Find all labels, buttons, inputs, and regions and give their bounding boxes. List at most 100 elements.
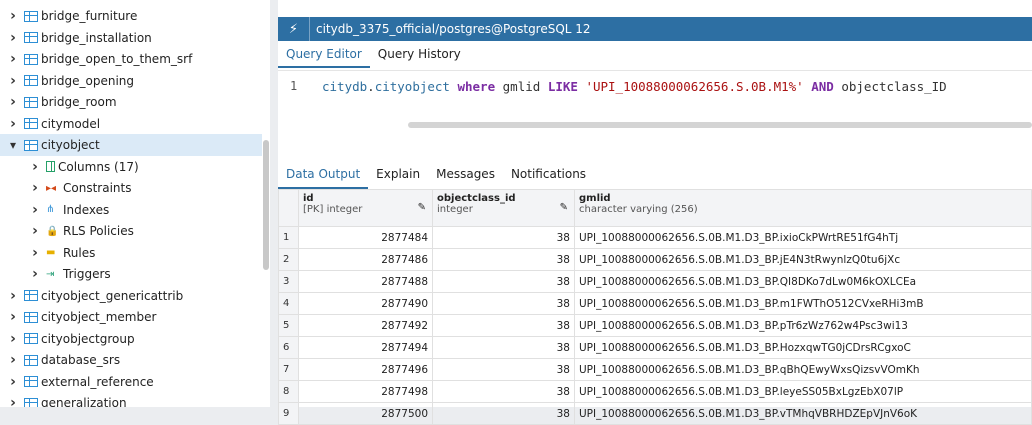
row-number[interactable]: 4	[278, 292, 299, 315]
tree-item[interactable]: › Columns (17)	[28, 156, 139, 178]
tree-item[interactable]: ▾ cityobject	[0, 134, 262, 156]
table-row[interactable]: 7 2877496 38 UPI_10088000062656.S.0B.M1.D3_…	[278, 358, 1032, 381]
editor-hscrollbar[interactable]	[408, 122, 1032, 128]
tab-data-output[interactable]: Data Output	[278, 163, 369, 189]
tree-scrollbar[interactable]	[263, 140, 269, 270]
cell-gmlid[interactable]: UPI_10088000062656.S.0B.M1.D3_BP.leyeSS0…	[574, 380, 1032, 403]
chevron-down-icon[interactable]: ▾	[6, 138, 20, 152]
code-token: AND	[811, 79, 834, 94]
tree-item[interactable]: › 🔒 RLS Policies	[28, 220, 134, 242]
chevron-right-icon[interactable]: ›	[6, 352, 20, 368]
tree-item[interactable]: › external_reference	[6, 371, 154, 393]
tab-messages[interactable]: Messages	[428, 163, 503, 189]
row-number[interactable]: 9	[278, 402, 299, 425]
chevron-right-icon[interactable]: ›	[28, 159, 42, 175]
chevron-right-icon[interactable]: ›	[6, 51, 20, 67]
chevron-right-icon[interactable]: ›	[28, 202, 42, 218]
tree-item[interactable]: › cityobject_member	[6, 306, 156, 328]
cell-gmlid[interactable]: UPI_10088000062656.S.0B.M1.D3_BP.jE4N3tR…	[574, 248, 1032, 271]
row-number[interactable]: 7	[278, 358, 299, 381]
chevron-right-icon[interactable]: ›	[6, 331, 20, 347]
tree-item[interactable]: › bridge_open_to_them_srf	[6, 48, 192, 70]
cell-id[interactable]: 2877490	[298, 292, 433, 315]
row-number-header[interactable]	[278, 189, 299, 227]
chevron-right-icon[interactable]: ›	[6, 94, 20, 110]
table-icon	[24, 118, 38, 129]
row-number[interactable]: 8	[278, 380, 299, 403]
cell-id[interactable]: 2877488	[298, 270, 433, 293]
tree-item[interactable]: › ▬ Rules	[28, 242, 95, 264]
row-number[interactable]: 3	[278, 270, 299, 293]
chevron-right-icon[interactable]: ›	[28, 180, 42, 196]
chevron-right-icon[interactable]: ›	[28, 223, 42, 239]
chevron-right-icon[interactable]: ›	[28, 266, 42, 282]
cell-objectclass-id[interactable]: 38	[432, 358, 575, 381]
cell-objectclass-id[interactable]: 38	[432, 402, 575, 425]
column-header-objectclass-id[interactable]: objectclass_id integer ✎	[432, 189, 575, 227]
cell-objectclass-id[interactable]: 38	[432, 248, 575, 271]
cell-id[interactable]: 2877500	[298, 402, 433, 425]
table-row[interactable]: 4 2877490 38 UPI_10088000062656.S.0B.M1.D3_…	[278, 292, 1032, 315]
cell-id[interactable]: 2877496	[298, 358, 433, 381]
tab-query-history[interactable]: Query History	[370, 44, 469, 68]
sql-editor[interactable]: 1 citydb.cityobject where gmlid LIKE 'UP…	[278, 70, 1032, 122]
tab-explain[interactable]: Explain	[368, 163, 428, 189]
tree-item[interactable]: › bridge_furniture	[6, 5, 137, 27]
tree-item[interactable]: › cityobject_genericattrib	[6, 285, 183, 307]
tab-notifications[interactable]: Notifications	[503, 163, 594, 189]
table-row[interactable]: 2 2877486 38 UPI_10088000062656.S.0B.M1.D3_…	[278, 248, 1032, 271]
cell-gmlid[interactable]: UPI_10088000062656.S.0B.M1.D3_BP.m1FWThO…	[574, 292, 1032, 315]
row-number[interactable]: 2	[278, 248, 299, 271]
cell-gmlid[interactable]: UPI_10088000062656.S.0B.M1.D3_BP.vTMhqVB…	[574, 402, 1032, 425]
cell-id[interactable]: 2877498	[298, 380, 433, 403]
row-number[interactable]: 1	[278, 226, 299, 249]
cell-objectclass-id[interactable]: 38	[432, 380, 575, 403]
cell-objectclass-id[interactable]: 38	[432, 270, 575, 293]
cell-gmlid[interactable]: UPI_10088000062656.S.0B.M1.D3_BP.ixioCkP…	[574, 226, 1032, 249]
chevron-right-icon[interactable]: ›	[28, 245, 42, 261]
cell-gmlid[interactable]: UPI_10088000062656.S.0B.M1.D3_BP.pTr6zWz…	[574, 314, 1032, 337]
cell-objectclass-id[interactable]: 38	[432, 292, 575, 315]
cell-id[interactable]: 2877484	[298, 226, 433, 249]
chevron-right-icon[interactable]: ›	[6, 309, 20, 325]
cell-objectclass-id[interactable]: 38	[432, 314, 575, 337]
tree-item[interactable]: › generalization	[6, 392, 127, 407]
cell-objectclass-id[interactable]: 38	[432, 336, 575, 359]
table-row[interactable]: 8 2877498 38 UPI_10088000062656.S.0B.M1.D3_…	[278, 380, 1032, 403]
chevron-right-icon[interactable]: ›	[6, 395, 20, 407]
sql-code-line[interactable]: citydb.cityobject where gmlid LIKE 'UPI_…	[322, 79, 947, 94]
table-row[interactable]: 3 2877488 38 UPI_10088000062656.S.0B.M1.D3_…	[278, 270, 1032, 293]
table-row[interactable]: 1 2877484 38 UPI_10088000062656.S.0B.M1.D3_…	[278, 226, 1032, 249]
row-number[interactable]: 6	[278, 336, 299, 359]
chevron-right-icon[interactable]: ›	[6, 288, 20, 304]
table-row[interactable]: 5 2877492 38 UPI_10088000062656.S.0B.M1.D3_…	[278, 314, 1032, 337]
table-row[interactable]: 6 2877494 38 UPI_10088000062656.S.0B.M1.D3_…	[278, 336, 1032, 359]
tree-item[interactable]: › ⋔ Indexes	[28, 199, 109, 221]
tree-item[interactable]: › citymodel	[6, 113, 100, 135]
chevron-right-icon[interactable]: ›	[6, 73, 20, 89]
tab-query-editor[interactable]: Query Editor	[278, 44, 370, 68]
chevron-right-icon[interactable]: ›	[6, 116, 20, 132]
chevron-right-icon[interactable]: ›	[6, 374, 20, 390]
cell-gmlid[interactable]: UPI_10088000062656.S.0B.M1.D3_BP.QI8DKo7…	[574, 270, 1032, 293]
cell-id[interactable]: 2877486	[298, 248, 433, 271]
cell-id[interactable]: 2877494	[298, 336, 433, 359]
column-header-id[interactable]: id [PK] integer ✎	[298, 189, 433, 227]
cell-objectclass-id[interactable]: 38	[432, 226, 575, 249]
table-row[interactable]: 9 2877500 38 UPI_10088000062656.S.0B.M1.D3_…	[278, 402, 1032, 425]
cell-gmlid[interactable]: UPI_10088000062656.S.0B.M1.D3_BP.HozxqwT…	[574, 336, 1032, 359]
tree-item[interactable]: › bridge_opening	[6, 70, 134, 92]
tree-item[interactable]: › ⇥ Triggers	[28, 263, 111, 285]
row-number[interactable]: 5	[278, 314, 299, 337]
chevron-right-icon[interactable]: ›	[6, 30, 20, 46]
tree-item[interactable]: › database_srs	[6, 349, 120, 371]
tree-item[interactable]: › bridge_room	[6, 91, 116, 113]
connection-icon[interactable]: ⚡	[278, 17, 310, 41]
tree-item[interactable]: › bridge_installation	[6, 27, 152, 49]
cell-gmlid[interactable]: UPI_10088000062656.S.0B.M1.D3_BP.qBhQEwy…	[574, 358, 1032, 381]
chevron-right-icon[interactable]: ›	[6, 8, 20, 24]
column-header-gmlid[interactable]: gmlid character varying (256)	[574, 189, 1032, 227]
tree-item[interactable]: › cityobjectgroup	[6, 328, 134, 350]
tree-item[interactable]: › ▸◂ Constraints	[28, 177, 131, 199]
cell-id[interactable]: 2877492	[298, 314, 433, 337]
